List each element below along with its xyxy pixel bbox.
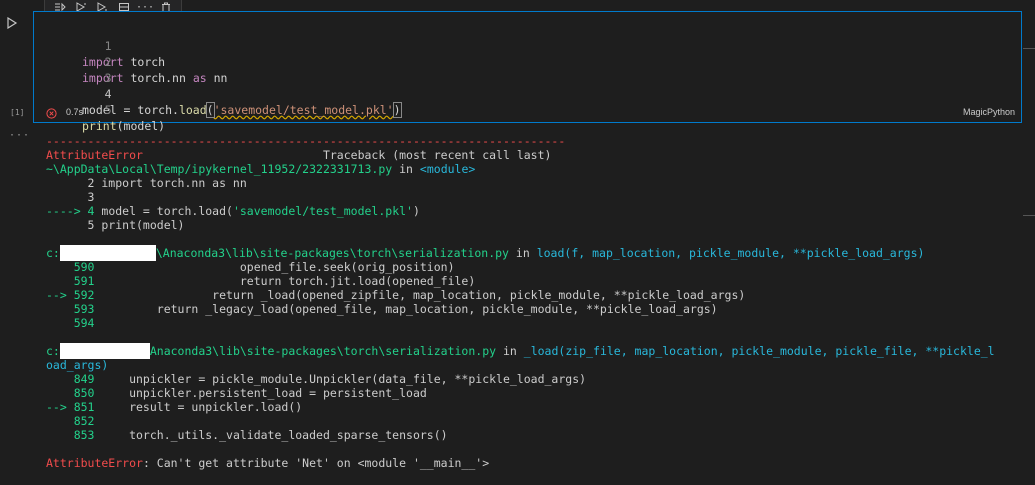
language-indicator[interactable]: MagicPython <box>963 102 1015 122</box>
traceback-line: ----> 4 model = torch.load('savemodel/te… <box>46 204 420 218</box>
identifier: torch.nn <box>130 71 186 85</box>
line-gutter: 590 <box>46 260 95 274</box>
scrollbar-marker[interactable] <box>1023 215 1035 216</box>
traceback-line: 849 unpickler = pickle_module.Unpickler(… <box>46 372 586 386</box>
cell-status-bar: 0.7s MagicPython <box>34 102 1021 122</box>
traceback-title: Traceback (most recent call last) <box>322 148 552 162</box>
frame-function-wrap: oad_args) <box>46 358 109 372</box>
execution-count: [1] <box>10 108 25 117</box>
code-text: unpickler.persistent_load = persistent_l… <box>94 386 427 400</box>
traceback-line: 591 return torch.jit.load(opened_file) <box>46 274 476 288</box>
line-number: 4 <box>104 87 112 101</box>
code-text: torch._utils._validate_loaded_sparse_ten… <box>94 428 448 442</box>
frame-header: c: \Anaconda3\lib\site-packages\torch\ser… <box>46 245 925 261</box>
code-text: return torch.jit.load(opened_file) <box>94 274 476 288</box>
frame-path-prefix: c: <box>46 246 60 260</box>
frame-path-prefix: c: <box>46 344 60 358</box>
line-gutter: 593 <box>46 302 95 316</box>
error-name: AttributeError <box>46 456 143 470</box>
code-text: unpickler = pickle_module.Unpickler(data… <box>94 372 587 386</box>
line-gutter: 853 <box>46 428 95 442</box>
frame-in: in <box>515 246 530 260</box>
frame-header: ~\AppData\Local\Temp/ipykernel_11952/232… <box>46 162 475 176</box>
frame-path: \Anaconda3\lib\site-packages\torch\seria… <box>155 246 509 260</box>
line-gutter: 852 <box>46 414 95 428</box>
execution-time: 0.7s <box>66 107 84 117</box>
code-line: 5 print(model) <box>34 86 165 133</box>
error-name: AttributeError <box>46 148 143 162</box>
error-icon <box>46 106 57 119</box>
line-gutter: --> 851 <box>46 400 95 414</box>
traceback-line: --> 592 return _load(opened_zipfile, map… <box>46 288 745 302</box>
line-number: 3 <box>104 71 112 85</box>
code-text: result = unpickler.load() <box>94 400 303 414</box>
traceback-line: 5 print(model) <box>46 218 185 232</box>
traceback-line: --> 851 result = unpickler.load() <box>46 400 302 414</box>
line-gutter: 591 <box>46 274 95 288</box>
error-text: : Can't get attribute 'Net' on <module '… <box>142 456 490 470</box>
line-number: 1 <box>104 39 112 53</box>
identifier: torch <box>130 55 166 69</box>
code-text: return _load(opened_zipfile, map_locatio… <box>94 288 746 302</box>
code-cell[interactable]: 1 import torch 2 import torch.nn as nn 3… <box>33 11 1022 133</box>
keyword: as <box>192 71 207 85</box>
frame-in: in <box>399 162 413 176</box>
output-more-icon[interactable]: ··· <box>9 130 30 141</box>
traceback-line: 594 <box>46 316 101 330</box>
identifier: nn <box>213 71 228 85</box>
frame-path: ~\AppData\Local\Temp/ipykernel_11952/232… <box>46 162 393 176</box>
line-gutter: 850 <box>46 386 95 400</box>
traceback-line: 590 opened_file.seek(orig_position) <box>46 260 455 274</box>
traceback-line: 2 import torch.nn as nn <box>46 176 247 190</box>
redacted-block <box>59 245 156 261</box>
code-line: 4 model = torch.load('savemodel/test_mod… <box>34 70 402 118</box>
traceback-header: AttributeError Traceback (most recent ca… <box>46 148 551 162</box>
frame-function: load(f, map_location, pickle_module, **p… <box>536 246 925 260</box>
frame-header: c: Anaconda3\lib\site-packages\torch\seri… <box>46 343 995 359</box>
traceback-line: 850 unpickler.persistent_load = persiste… <box>46 386 427 400</box>
line-gutter: 594 <box>46 316 95 330</box>
frame-function: <module> <box>419 162 476 176</box>
error-message: AttributeError: Can't get attribute 'Net… <box>46 456 489 470</box>
line-gutter: 849 <box>46 372 95 386</box>
traceback-line: 593 return _legacy_load(opened_file, map… <box>46 302 718 316</box>
traceback-line: 3 <box>46 190 102 204</box>
frame-path: Anaconda3\lib\site-packages\torch\serial… <box>149 344 497 358</box>
traceback-line: 853 torch._utils._validate_loaded_sparse… <box>46 428 448 442</box>
frame-in: in <box>502 344 517 358</box>
traceback-line: 852 <box>46 414 101 428</box>
redacted-block <box>59 343 150 359</box>
frame-function: _load(zip_file, map_location, pickle_mod… <box>523 344 995 358</box>
code-line: 3 <box>34 54 112 85</box>
run-cell-icon[interactable] <box>6 14 18 30</box>
traceback-separator: ----------------------------------------… <box>46 134 566 148</box>
scrollbar-marker[interactable] <box>1023 48 1035 49</box>
code-line: 1 import torch <box>34 22 165 69</box>
code-line: 2 import torch.nn as nn <box>34 38 227 85</box>
code-editor[interactable]: 1 import torch 2 import torch.nn as nn 3… <box>34 12 1021 133</box>
code-text: opened_file.seek(orig_position) <box>94 260 455 274</box>
line-number: 2 <box>104 55 112 69</box>
line-gutter: --> 592 <box>46 288 95 302</box>
code-text: return _legacy_load(opened_file, map_loc… <box>94 302 718 316</box>
